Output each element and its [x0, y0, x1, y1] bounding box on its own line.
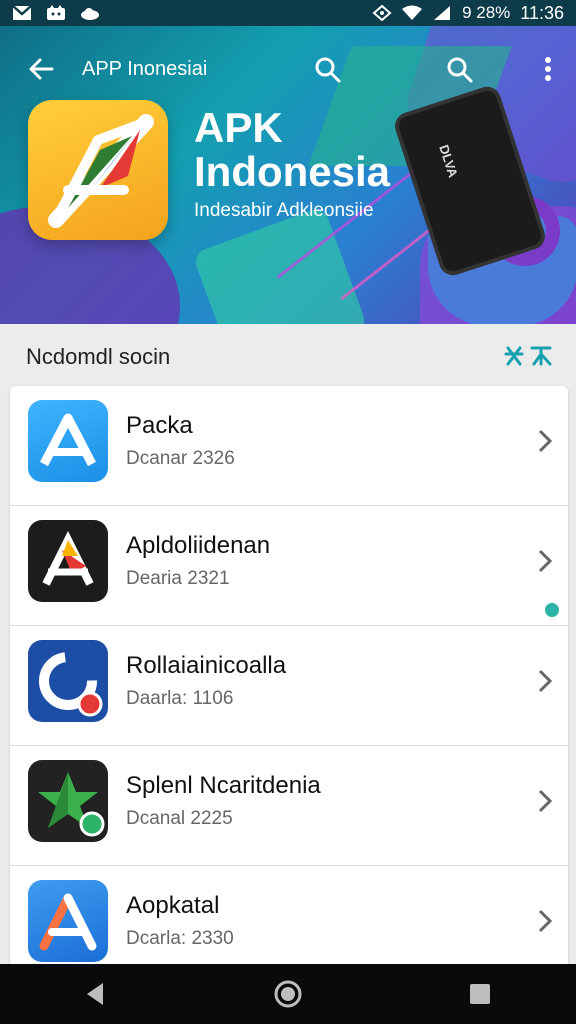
app-list: Packa Dcanar 2326 Apldoliidenan Dearia 2…	[10, 386, 568, 964]
app-meta: Dcarla: 2330	[126, 928, 234, 949]
chevron-right-icon	[538, 909, 553, 933]
chevron-right-icon	[538, 789, 553, 813]
phone-label: DLVA	[436, 142, 461, 180]
back-arrow-icon[interactable]	[26, 54, 56, 84]
app-name: Packa	[126, 412, 193, 439]
apk-triangle-icon	[28, 880, 108, 962]
search-icon[interactable]	[314, 56, 342, 84]
chevron-right-icon	[538, 549, 553, 573]
list-item[interactable]: Aopkatal Dcarla: 2330	[10, 866, 568, 964]
app-meta: Dearia 2321	[126, 568, 230, 589]
list-item[interactable]: Splenl Ncaritdenia Dcanal 2225	[10, 746, 568, 866]
app-bar-title: APP Inonesiai	[82, 58, 208, 80]
recents-square-icon[interactable]	[465, 979, 495, 1009]
app-name: Aopkatal	[126, 892, 220, 919]
cloud-icon	[81, 8, 99, 20]
signal-icon	[434, 6, 451, 20]
gmail-icon	[12, 5, 32, 20]
status-bar: 9 28% 11:36	[0, 0, 576, 26]
hero-subtitle: Indesabir Adkleonsiie	[194, 200, 374, 221]
app-name: Splenl Ncaritdenia	[126, 772, 321, 799]
update-dot	[542, 600, 562, 620]
section-header: Ncdomdl socin	[0, 324, 576, 386]
hero-app-logo	[28, 100, 168, 240]
home-circle-icon[interactable]	[273, 979, 303, 1009]
more-vert-icon[interactable]	[538, 54, 558, 84]
apk-triangle-icon	[28, 400, 108, 482]
list-item[interactable]: Apldoliidenan Dearia 2321	[10, 506, 568, 626]
hero-banner: APP Inonesiai APK Indonesia Indesabir Ad…	[0, 26, 576, 324]
list-item[interactable]: Rollaiainicoalla Daarla: 1106	[10, 626, 568, 746]
clock: 11:36	[520, 2, 564, 23]
battery-text: 9 28%	[462, 3, 511, 22]
chevron-right-icon	[538, 429, 553, 453]
system-nav-bar	[0, 964, 576, 1024]
search-icon[interactable]	[446, 56, 474, 84]
cat-icon	[47, 5, 65, 20]
hero-title: APK Indonesia	[194, 104, 391, 195]
chevron-right-icon	[538, 669, 553, 693]
list-item[interactable]: Packa Dcanar 2326	[10, 386, 568, 506]
app-meta: Dcanar 2326	[126, 448, 235, 469]
back-triangle-icon[interactable]	[81, 979, 111, 1009]
wifi-icon	[402, 5, 423, 20]
app-meta: Dcanal 2225	[126, 808, 233, 829]
app-name: Apldoliidenan	[126, 532, 271, 559]
apk-logo-icon	[48, 114, 154, 228]
app-name: Rollaiainicoalla	[126, 652, 287, 679]
refresh-icon	[28, 640, 108, 722]
section-title: Ncdomdl socin	[26, 344, 171, 369]
apk-triangle-icon	[28, 520, 108, 602]
translate-icon[interactable]	[504, 344, 554, 368]
star-icon	[28, 760, 108, 842]
app-meta: Daarla: 1106	[126, 688, 234, 709]
vpn-icon	[372, 5, 392, 21]
